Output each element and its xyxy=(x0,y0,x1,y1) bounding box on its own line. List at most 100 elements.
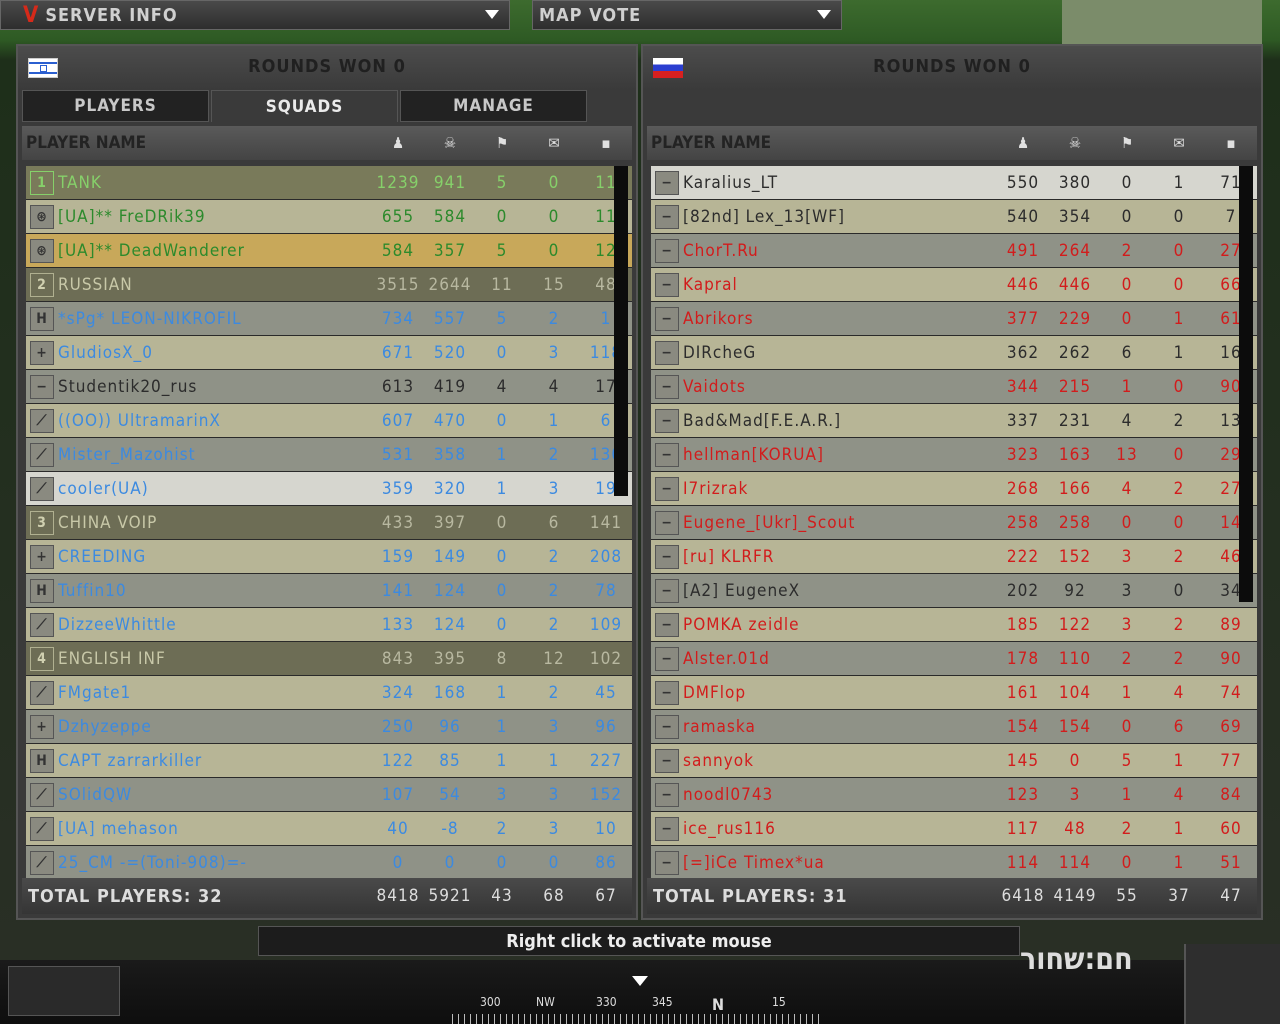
expand-toggle-icon[interactable]: − xyxy=(655,578,679,603)
expand-toggle-icon[interactable]: − xyxy=(655,680,679,705)
expand-toggle-icon[interactable]: − xyxy=(655,510,679,535)
expand-toggle-icon[interactable]: − xyxy=(655,238,679,263)
player-row[interactable]: ⟋ SOlidQW 107 54 3 3 152 xyxy=(26,778,632,812)
kit-icon[interactable]: ⟋ xyxy=(30,408,54,433)
kit-icon[interactable]: + xyxy=(30,340,54,365)
kit-icon[interactable]: ⟋ xyxy=(30,680,54,705)
player-row[interactable]: − noodl0743 123 3 1 4 84 xyxy=(651,778,1257,812)
player-name-header[interactable]: PLAYER NAME xyxy=(22,133,372,153)
kills-icon[interactable]: ☠ xyxy=(424,134,476,152)
player-row[interactable]: − Karalius_LT 550 380 0 1 71 xyxy=(651,166,1257,200)
expand-toggle-icon[interactable]: − xyxy=(655,442,679,467)
player-row[interactable]: ⟋ cooler(UA) 359 320 1 3 19 xyxy=(26,472,632,506)
player-row[interactable]: + Dzhyzeppe 250 96 1 3 96 xyxy=(26,710,632,744)
player-row[interactable]: − Eugene_[Ukr]_Scout 258 258 0 0 14 xyxy=(651,506,1257,540)
expand-toggle-icon[interactable]: − xyxy=(655,646,679,671)
player-row[interactable]: − DIRcheG 362 262 6 1 16 xyxy=(651,336,1257,370)
player-row[interactable]: ⟋ 25_CM -=(Toni-908)=- 0 0 0 0 86 xyxy=(26,846,632,880)
kit-icon[interactable]: H xyxy=(30,306,54,331)
expand-toggle-icon[interactable]: − xyxy=(655,748,679,773)
kit-icon[interactable]: ⟋ xyxy=(30,782,54,807)
player-row[interactable]: ⊛ [UA]** DeadWanderer 584 357 5 0 12 xyxy=(26,234,632,268)
server-info-dropdown[interactable]: V SERVER INFO xyxy=(0,0,510,30)
player-row[interactable]: ⟋ FMgate1 324 168 1 2 45 xyxy=(26,676,632,710)
player-name-header[interactable]: PLAYER NAME xyxy=(647,133,997,153)
squad-row[interactable]: 4 ENGLISH INF 843 395 8 12 102 xyxy=(26,642,632,676)
player-row[interactable]: − POMKA zeidle 185 122 3 2 89 xyxy=(651,608,1257,642)
player-row[interactable]: ⊛ [UA]** FreDRik39 655 584 0 0 11 xyxy=(26,200,632,234)
player-row[interactable]: − hellman[KORUA] 323 163 13 0 29 xyxy=(651,438,1257,472)
expand-toggle-icon[interactable]: − xyxy=(655,476,679,501)
player-row[interactable]: − ramaska 154 154 0 6 69 xyxy=(651,710,1257,744)
player-row[interactable]: − DMFlop 161 104 1 4 74 xyxy=(651,676,1257,710)
scrollbar-right[interactable] xyxy=(1239,166,1253,602)
kit-icon[interactable]: − xyxy=(30,374,54,399)
scrollbar-left[interactable] xyxy=(614,166,628,496)
player-row[interactable]: − Kapral 446 446 0 0 66 xyxy=(651,268,1257,302)
player-row[interactable]: − [=]iCe Timex*ua 114 114 0 1 51 xyxy=(651,846,1257,880)
kit-icon[interactable]: ⟋ xyxy=(30,816,54,841)
squad-row[interactable]: 1 TANK 1239 941 5 0 11 xyxy=(26,166,632,200)
expand-toggle-icon[interactable]: − xyxy=(655,272,679,297)
tab-squads[interactable]: SQUADS xyxy=(211,90,398,122)
expand-toggle-icon[interactable]: − xyxy=(655,850,679,875)
player-row[interactable]: ⟋ Mister_Mazohist 531 358 1 2 130 xyxy=(26,438,632,472)
squad-number-icon[interactable]: 2 xyxy=(30,272,54,297)
kit-icon[interactable]: ⊛ xyxy=(30,238,54,263)
tab-manage[interactable]: MANAGE xyxy=(400,90,587,122)
expand-toggle-icon[interactable]: − xyxy=(655,374,679,399)
player-row[interactable]: ⟋ DizzeeWhittle 133 124 0 2 109 xyxy=(26,608,632,642)
player-row[interactable]: − Abrikors 377 229 0 1 61 xyxy=(651,302,1257,336)
player-row[interactable]: − ChorT.Ru 491 264 2 0 27 xyxy=(651,234,1257,268)
map-vote-dropdown[interactable]: MAP VOTE xyxy=(532,0,842,30)
player-row[interactable]: − Studentik20_rus 613 419 4 4 17 xyxy=(26,370,632,404)
deaths-icon[interactable]: ⚑ xyxy=(1101,134,1153,152)
kit-icon[interactable]: ⊛ xyxy=(30,204,54,229)
expand-toggle-icon[interactable]: − xyxy=(655,816,679,841)
player-row[interactable]: − [A2] EugeneX 202 92 3 0 34 xyxy=(651,574,1257,608)
player-row[interactable]: H CAPT zarrarkiller 122 85 1 1 227 xyxy=(26,744,632,778)
player-row[interactable]: + GludiosX_0 671 520 0 3 118 xyxy=(26,336,632,370)
player-row[interactable]: + CREEDING 159 149 0 2 208 xyxy=(26,540,632,574)
kit-icon[interactable]: + xyxy=(30,544,54,569)
expand-toggle-icon[interactable]: − xyxy=(655,544,679,569)
player-row[interactable]: − sannyok 145 0 5 1 77 xyxy=(651,744,1257,778)
squad-row[interactable]: 3 CHINA VOIP 433 397 0 6 141 xyxy=(26,506,632,540)
kills-icon[interactable]: ☠ xyxy=(1049,134,1101,152)
ping-icon[interactable]: ▪ xyxy=(1205,134,1257,152)
player-row[interactable]: H Tuffin10 141 124 0 2 78 xyxy=(26,574,632,608)
player-row[interactable]: H *sPg* LEON-NIKROFIL 734 557 5 2 1 xyxy=(26,302,632,336)
expand-toggle-icon[interactable]: − xyxy=(655,714,679,739)
kit-icon[interactable]: ⟋ xyxy=(30,850,54,875)
player-row[interactable]: − [82nd] Lex_13[WF] 540 354 0 0 7 xyxy=(651,200,1257,234)
kit-icon[interactable]: ⟋ xyxy=(30,442,54,467)
player-row[interactable]: − [ru] KLRFR 222 152 3 2 46 xyxy=(651,540,1257,574)
chat-icon[interactable]: ✉ xyxy=(1153,134,1205,152)
chat-icon[interactable]: ✉ xyxy=(528,134,580,152)
kit-icon[interactable]: H xyxy=(30,748,54,773)
player-row[interactable]: ⟋ ((OO)) UltramarinX 607 470 0 1 6 xyxy=(26,404,632,438)
player-row[interactable]: − Alster.01d 178 110 2 2 90 xyxy=(651,642,1257,676)
kit-icon[interactable]: ⟋ xyxy=(30,612,54,637)
squad-number-icon[interactable]: 1 xyxy=(30,170,54,195)
expand-toggle-icon[interactable]: − xyxy=(655,204,679,229)
score-icon[interactable]: ♟ xyxy=(997,134,1049,152)
expand-toggle-icon[interactable]: − xyxy=(655,306,679,331)
tab-players[interactable]: PLAYERS xyxy=(22,90,209,122)
player-row[interactable]: ⟋ [UA] mehason 40 -8 2 3 10 xyxy=(26,812,632,846)
squad-number-icon[interactable]: 3 xyxy=(30,510,54,535)
deaths-icon[interactable]: ⚑ xyxy=(476,134,528,152)
ping-icon[interactable]: ▪ xyxy=(580,134,632,152)
expand-toggle-icon[interactable]: − xyxy=(655,340,679,365)
kit-icon[interactable]: H xyxy=(30,578,54,603)
player-row[interactable]: − Vaidots 344 215 1 0 90 xyxy=(651,370,1257,404)
kit-icon[interactable]: ⟋ xyxy=(30,476,54,501)
player-row[interactable]: − Bad&Mad[F.E.A.R.] 337 231 4 2 13 xyxy=(651,404,1257,438)
player-row[interactable]: − ice_rus116 117 48 2 1 60 xyxy=(651,812,1257,846)
player-row[interactable]: − I7rizrak 268 166 4 2 27 xyxy=(651,472,1257,506)
expand-toggle-icon[interactable]: − xyxy=(655,408,679,433)
expand-toggle-icon[interactable]: − xyxy=(655,170,679,195)
expand-toggle-icon[interactable]: − xyxy=(655,612,679,637)
expand-toggle-icon[interactable]: − xyxy=(655,782,679,807)
squad-number-icon[interactable]: 4 xyxy=(30,646,54,671)
